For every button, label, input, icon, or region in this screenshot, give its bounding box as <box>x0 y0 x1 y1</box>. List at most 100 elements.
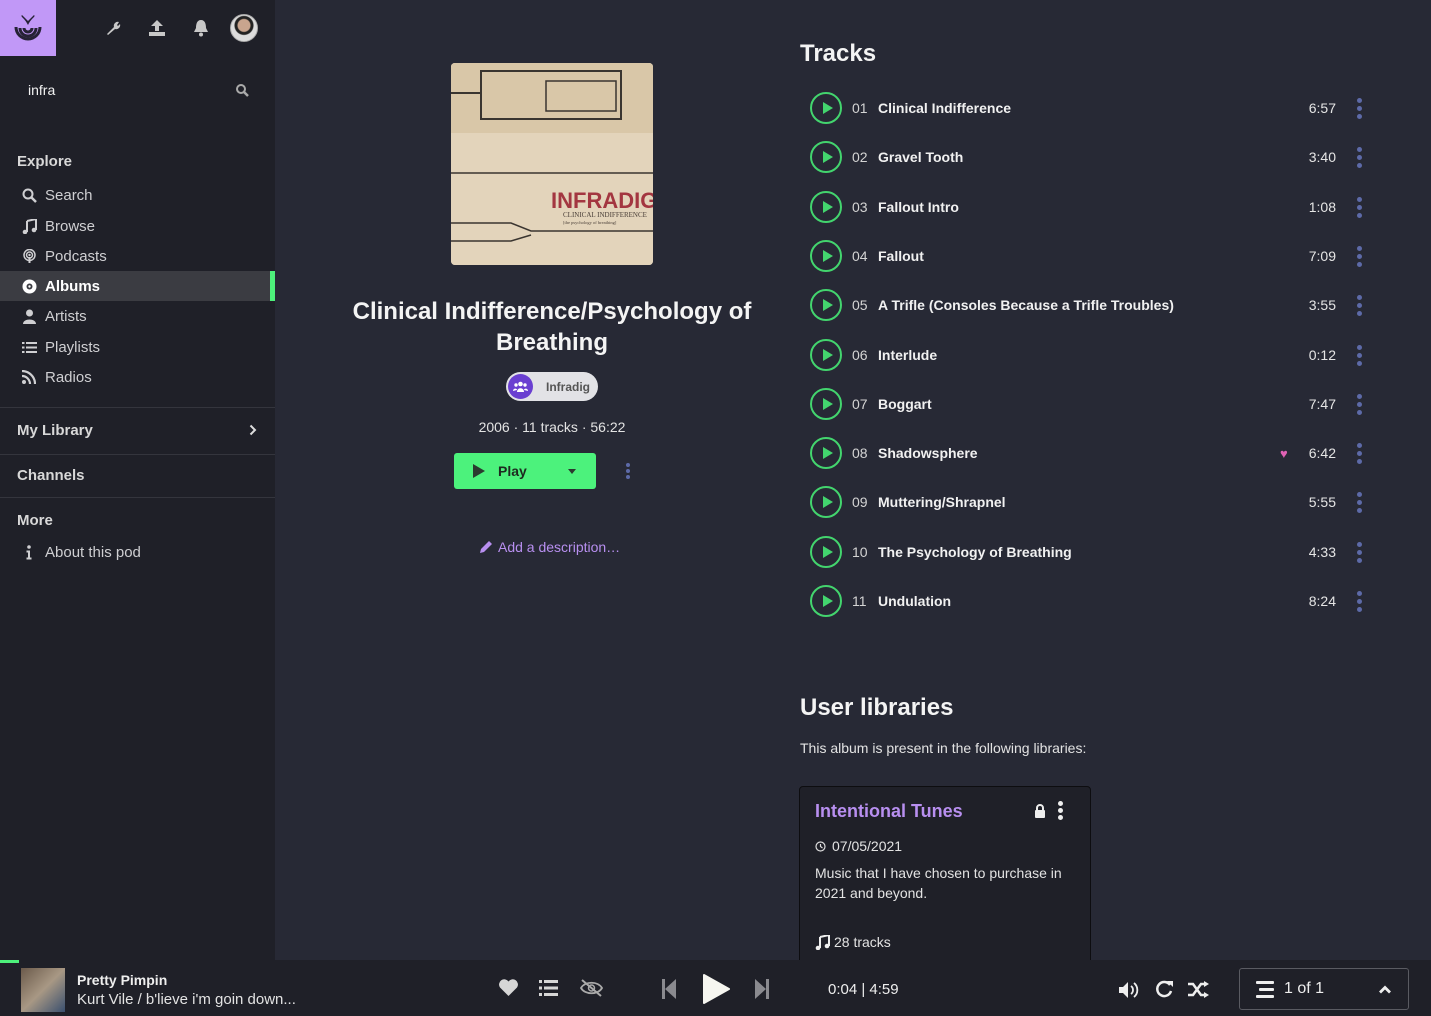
add-to-playlist-button[interactable] <box>539 980 558 996</box>
track-more-button[interactable] <box>1350 195 1368 219</box>
play-icon <box>822 299 833 311</box>
track-row[interactable]: 05 A Trifle (Consoles Because a Trifle Tr… <box>808 287 1368 323</box>
user-avatar[interactable] <box>230 14 258 42</box>
now-playing-title[interactable]: Pretty Pimpin <box>77 972 167 988</box>
upload-icon[interactable] <box>144 15 170 41</box>
track-play-button[interactable] <box>810 240 842 272</box>
track-play-button[interactable] <box>810 339 842 371</box>
album-more-button[interactable] <box>620 460 636 482</box>
track-row[interactable]: 07 Boggart 7:47 <box>808 386 1368 422</box>
track-row[interactable]: 01 Clinical Indifference 6:57 <box>808 90 1368 126</box>
track-more-button[interactable] <box>1350 244 1368 268</box>
sidebar-item-artists[interactable]: Artists <box>0 301 275 331</box>
track-duration: 4:33 <box>1308 544 1336 560</box>
caret-down-icon[interactable] <box>568 469 576 474</box>
track-title[interactable]: Fallout Intro <box>878 199 1280 215</box>
track-more-button[interactable] <box>1350 589 1368 613</box>
track-row[interactable]: 09 Muttering/Shrapnel 5:55 <box>808 484 1368 520</box>
track-title[interactable]: Gravel Tooth <box>878 149 1280 165</box>
chevron-up-icon <box>1379 985 1391 993</box>
search-input[interactable] <box>28 82 208 98</box>
track-row[interactable]: 10 The Psychology of Breathing 4:33 <box>808 534 1368 570</box>
track-row[interactable]: 02 Gravel Tooth 3:40 <box>808 139 1368 175</box>
track-play-button[interactable] <box>810 437 842 469</box>
track-title[interactable]: Shadowsphere <box>878 445 1280 461</box>
favorite-button[interactable] <box>498 979 519 997</box>
track-title[interactable]: The Psychology of Breathing <box>878 544 1280 560</box>
track-duration: 0:12 <box>1308 347 1336 363</box>
my-library-toggle[interactable]: My Library <box>17 422 257 439</box>
channels-link[interactable]: Channels <box>17 467 85 484</box>
track-play-button[interactable] <box>810 536 842 568</box>
track-row[interactable]: 08 Shadowsphere ♥ 6:42 <box>808 435 1368 471</box>
track-title[interactable]: A Trifle (Consoles Because a Trifle Trou… <box>878 297 1280 313</box>
track-more-button[interactable] <box>1350 96 1368 120</box>
queue-list-icon <box>1256 980 1274 998</box>
sidebar-item-browse[interactable]: Browse <box>0 211 275 241</box>
repeat-button[interactable] <box>1155 980 1174 999</box>
cover-band-text: INFRADIG <box>551 188 653 213</box>
track-number: 07 <box>852 396 868 412</box>
sidebar-item-podcasts[interactable]: Podcasts <box>0 241 275 271</box>
sidebar-item-search[interactable]: Search <box>0 180 275 210</box>
track-more-button[interactable] <box>1350 145 1368 169</box>
volume-button[interactable] <box>1119 981 1142 999</box>
track-duration: 6:42 <box>1308 445 1336 461</box>
app-logo[interactable] <box>0 0 56 56</box>
album-meta: 2006 · 11 tracks · 56:22 <box>478 419 626 435</box>
track-play-button[interactable] <box>810 191 842 223</box>
now-playing-artist-album[interactable]: Kurt Vile / b'lieve i'm goin down... <box>77 991 296 1008</box>
track-more-button[interactable] <box>1350 441 1368 465</box>
more-heading: More <box>17 512 53 529</box>
track-more-button[interactable] <box>1350 343 1368 367</box>
add-description-link[interactable]: Add a description… <box>479 539 620 555</box>
track-play-button[interactable] <box>810 585 842 617</box>
sidebar-item-albums[interactable]: Albums <box>0 271 275 301</box>
library-name-link[interactable]: Intentional Tunes <box>815 801 963 822</box>
queue-button[interactable]: 1 of 1 <box>1239 968 1409 1010</box>
track-title[interactable]: Undulation <box>878 593 1280 609</box>
track-number: 08 <box>852 445 868 461</box>
add-description-label: Add a description… <box>498 539 621 555</box>
track-title[interactable]: Interlude <box>878 347 1280 363</box>
track-more-button[interactable] <box>1350 392 1368 416</box>
track-title[interactable]: Muttering/Shrapnel <box>878 494 1280 510</box>
previous-track-button[interactable] <box>662 979 676 999</box>
library-more-button[interactable] <box>1058 801 1063 820</box>
track-play-button[interactable] <box>810 486 842 518</box>
track-more-button[interactable] <box>1350 293 1368 317</box>
track-row[interactable]: 03 Fallout Intro 1:08 <box>808 189 1368 225</box>
wrench-icon[interactable] <box>100 15 126 41</box>
list-icon <box>539 980 558 996</box>
track-row[interactable]: 04 Fallout 7:09 <box>808 238 1368 274</box>
next-track-button[interactable] <box>755 979 769 999</box>
track-more-button[interactable] <box>1350 490 1368 514</box>
track-duration: 1:08 <box>1308 199 1336 215</box>
track-play-button[interactable] <box>810 92 842 124</box>
track-title[interactable]: Fallout <box>878 248 1280 264</box>
cover-subtitle-text: CLINICAL INDIFFERENCE <box>563 211 647 219</box>
play-pause-button[interactable] <box>702 973 730 1005</box>
track-title[interactable]: Boggart <box>878 396 1280 412</box>
hide-button[interactable] <box>580 979 603 997</box>
bell-icon[interactable] <box>188 15 214 41</box>
playback-progress[interactable] <box>0 960 19 963</box>
track-play-button[interactable] <box>810 289 842 321</box>
sidebar-item-about[interactable]: About this pod <box>0 537 275 567</box>
search-icon[interactable] <box>235 83 249 97</box>
shuffle-button[interactable] <box>1188 981 1209 998</box>
track-more-button[interactable] <box>1350 540 1368 564</box>
user-libraries-heading: User libraries <box>800 694 954 721</box>
track-row[interactable]: 06 Interlude 0:12 <box>808 337 1368 373</box>
track-title[interactable]: Clinical Indifference <box>878 100 1280 116</box>
track-row[interactable]: 11 Undulation 8:24 <box>808 583 1368 619</box>
play-album-button[interactable]: Play <box>454 453 596 489</box>
sidebar-item-playlists[interactable]: Playlists <box>0 332 275 362</box>
library-date: 07/05/2021 <box>815 838 902 854</box>
track-play-button[interactable] <box>810 388 842 420</box>
heart-icon[interactable]: ♥ <box>1280 446 1294 461</box>
track-play-button[interactable] <box>810 141 842 173</box>
artist-pill[interactable]: Infradig <box>506 372 598 401</box>
explore-heading: Explore <box>17 153 73 170</box>
sidebar-item-radios[interactable]: Radios <box>0 362 275 392</box>
